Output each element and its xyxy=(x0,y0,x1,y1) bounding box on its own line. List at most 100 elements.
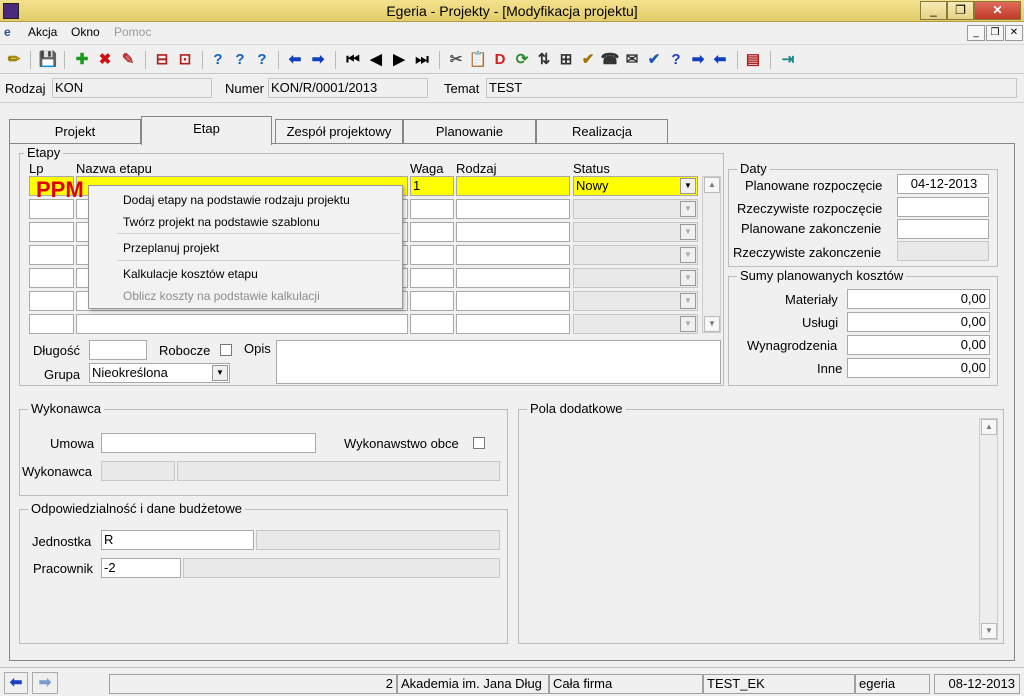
row4-lp[interactable] xyxy=(29,245,74,265)
row7-waga[interactable] xyxy=(410,314,454,334)
find-icon[interactable]: ? xyxy=(208,50,228,70)
tools-icon[interactable]: ✂ xyxy=(446,50,466,70)
back-arrow-icon[interactable]: ⬅ xyxy=(285,50,305,70)
delete-icon[interactable]: ✖ xyxy=(95,50,115,70)
menu-item-tworz-projekt[interactable]: Twórz projekt na podstawie szablonu xyxy=(123,215,320,229)
robocze-checkbox[interactable] xyxy=(220,344,232,356)
row5-lp[interactable] xyxy=(29,268,74,288)
insert-row-icon[interactable]: ⊟ xyxy=(152,50,172,70)
mdi-minimize-button[interactable]: _ xyxy=(967,25,985,41)
save-icon[interactable]: 💾 xyxy=(38,50,58,70)
row5-waga[interactable] xyxy=(410,268,454,288)
chevron-down-icon[interactable]: ▼ xyxy=(680,178,696,194)
menu-item-przeplanuj[interactable]: Przeplanuj projekt xyxy=(123,241,219,255)
row6-lp[interactable] xyxy=(29,291,74,311)
mdi-close-button[interactable]: ✕ xyxy=(1005,25,1023,41)
scroll-up-icon[interactable]: ▲ xyxy=(704,177,720,193)
row7-status[interactable]: ▼ xyxy=(573,314,698,334)
wykonawstwo-obce-checkbox[interactable] xyxy=(473,437,485,449)
row5-rodzaj[interactable] xyxy=(456,268,570,288)
row4-status[interactable]: ▼ xyxy=(573,245,698,265)
tree-icon[interactable]: ⊞ xyxy=(556,50,576,70)
row2-status[interactable]: ▼ xyxy=(573,199,698,219)
next-record-icon[interactable]: ▶ xyxy=(389,50,409,70)
pracownik-name-field[interactable] xyxy=(183,558,500,578)
add-icon[interactable]: ✚ xyxy=(72,50,92,70)
refresh-icon[interactable]: ⟳ xyxy=(512,50,532,70)
row7-lp[interactable] xyxy=(29,314,74,334)
chevron-down-icon[interactable]: ▼ xyxy=(212,365,228,381)
row7-nazwa[interactable] xyxy=(76,314,408,334)
row4-waga[interactable] xyxy=(410,245,454,265)
phone-icon[interactable]: ☎ xyxy=(600,50,620,70)
maximize-button[interactable]: ❐ xyxy=(947,1,974,20)
minimize-button[interactable]: _ xyxy=(920,1,947,20)
materialy-field[interactable]: 0,00 xyxy=(847,289,990,309)
find-all-icon[interactable]: ? xyxy=(252,50,272,70)
help-icon[interactable]: ? xyxy=(666,50,686,70)
umowa-field[interactable] xyxy=(101,433,316,453)
row2-rodzaj[interactable] xyxy=(456,199,570,219)
mdi-restore-button[interactable]: ❐ xyxy=(986,25,1004,41)
scroll-down-icon[interactable]: ▼ xyxy=(981,623,997,639)
check-icon[interactable]: ✔ xyxy=(644,50,664,70)
tab-etap[interactable]: Etap xyxy=(141,116,272,145)
planowane-rozpoczecie-field[interactable]: 04-12-2013 xyxy=(897,174,989,194)
approve-icon[interactable]: ✔ xyxy=(578,50,598,70)
close-button[interactable]: ✕ xyxy=(974,1,1021,20)
exit-icon[interactable]: ⇥ xyxy=(778,50,798,70)
back-arrow-icon[interactable]: ⬅ xyxy=(4,672,28,694)
tab-realizacja[interactable]: Realizacja xyxy=(536,119,668,144)
row6-status[interactable]: ▼ xyxy=(573,291,698,311)
jednostka-field[interactable]: R xyxy=(101,530,254,550)
grupa-select[interactable]: Nieokreślona ▼ xyxy=(89,363,230,383)
menu-pomoc[interactable]: Pomoc xyxy=(114,25,151,39)
menu-item-oblicz-koszty[interactable]: Oblicz koszty na podstawie kalkulacji xyxy=(123,289,320,303)
rzeczywiste-rozpoczecie-field[interactable] xyxy=(897,197,989,217)
prev-record-icon[interactable]: ◀ xyxy=(366,50,386,70)
row7-rodzaj[interactable] xyxy=(456,314,570,334)
menu-item-kalkulacje[interactable]: Kalkulacje kosztów etapu xyxy=(123,267,258,281)
jednostka-name-field[interactable] xyxy=(256,530,500,550)
wykonawca-code-field[interactable] xyxy=(101,461,175,481)
etapy-scrollbar[interactable]: ▲ ▼ xyxy=(702,176,721,333)
d-icon[interactable]: D xyxy=(490,50,510,70)
row3-waga[interactable] xyxy=(410,222,454,242)
row2-waga[interactable] xyxy=(410,199,454,219)
chevron-down-icon[interactable]: ▼ xyxy=(680,293,696,309)
tab-zespol-projektowy[interactable]: Zespół projektowy xyxy=(275,119,403,144)
scroll-down-icon[interactable]: ▼ xyxy=(704,316,720,332)
row5-status[interactable]: ▼ xyxy=(573,268,698,288)
first-record-icon[interactable]: ⏮ xyxy=(343,50,363,70)
wynagrodzenia-field[interactable]: 0,00 xyxy=(847,335,990,355)
prev-arrow-icon[interactable]: ⬅ xyxy=(710,50,730,70)
edit-icon[interactable]: ✏ xyxy=(4,50,24,70)
menu-item-dodaj-etapy[interactable]: Dodaj etapy na podstawie rodzaju projekt… xyxy=(123,193,350,207)
menu-akcja[interactable]: Akcja xyxy=(28,25,57,39)
row3-rodzaj[interactable] xyxy=(456,222,570,242)
row6-rodzaj[interactable] xyxy=(456,291,570,311)
pola-scrollbar[interactable]: ▲ ▼ xyxy=(979,418,998,640)
next-arrow-icon[interactable]: ➡ xyxy=(688,50,708,70)
chevron-down-icon[interactable]: ▼ xyxy=(680,224,696,240)
row3-status[interactable]: ▼ xyxy=(573,222,698,242)
chevron-down-icon[interactable]: ▼ xyxy=(680,247,696,263)
report-icon[interactable]: ▤ xyxy=(743,50,763,70)
temat-field[interactable]: TEST xyxy=(486,78,1017,98)
opis-textarea[interactable] xyxy=(276,340,721,384)
menu-okno[interactable]: Okno xyxy=(71,25,100,39)
edit-record-icon[interactable]: ✎ xyxy=(118,50,138,70)
wykonawca-name-field[interactable] xyxy=(177,461,500,481)
forward-arrow-icon[interactable]: ➡ xyxy=(32,672,58,694)
dlugosc-field[interactable] xyxy=(89,340,147,360)
find-next-icon[interactable]: ? xyxy=(230,50,250,70)
chevron-down-icon[interactable]: ▼ xyxy=(680,316,696,332)
uslugi-field[interactable]: 0,00 xyxy=(847,312,990,332)
row1-waga[interactable]: 1 xyxy=(410,176,454,196)
row1-status[interactable]: Nowy ▼ xyxy=(573,176,698,196)
tab-planowanie[interactable]: Planowanie xyxy=(403,119,536,144)
tab-projekt[interactable]: Projekt xyxy=(9,119,141,144)
chevron-down-icon[interactable]: ▼ xyxy=(680,201,696,217)
rzeczywiste-zakonczenie-field[interactable] xyxy=(897,241,989,261)
mail-icon[interactable]: ✉ xyxy=(622,50,642,70)
